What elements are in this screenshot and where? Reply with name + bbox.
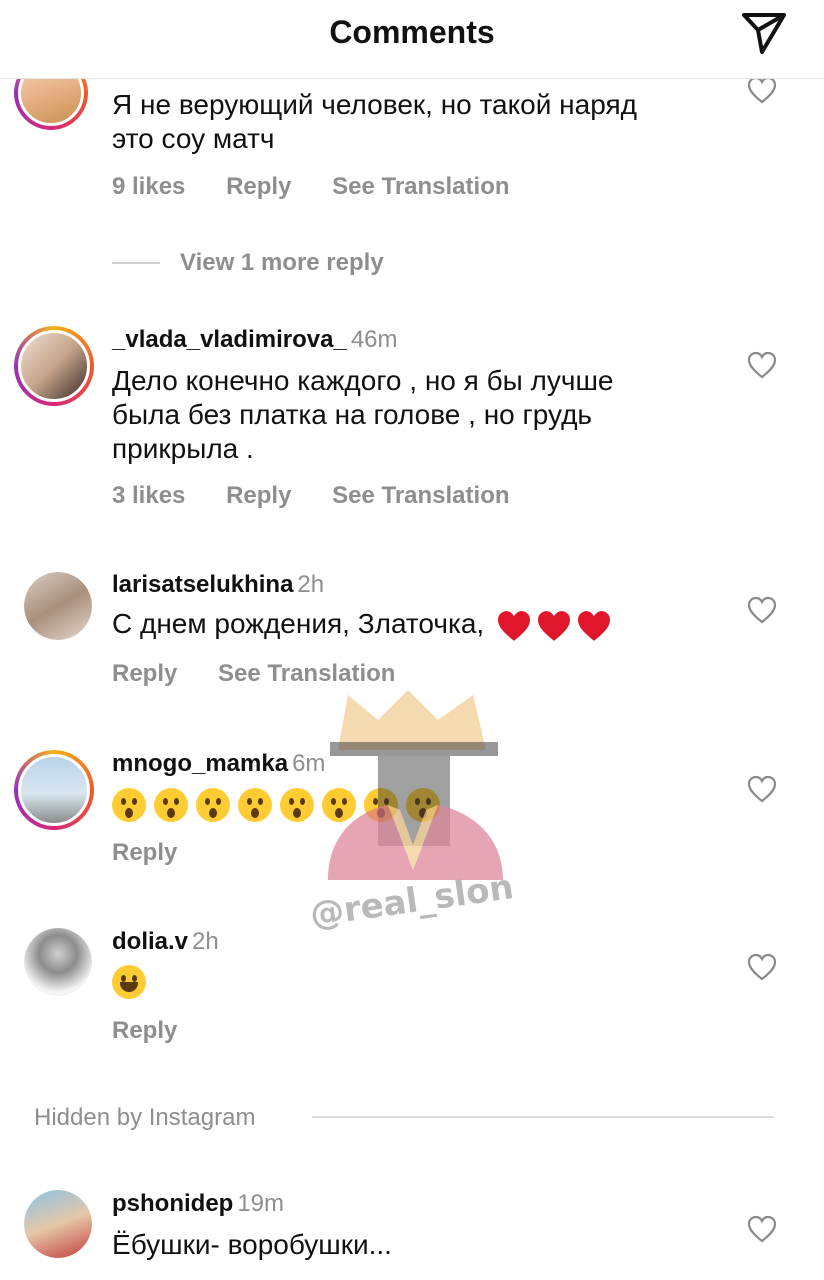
comment-text	[112, 963, 712, 999]
heart-icon[interactable]	[747, 1215, 777, 1243]
comment-username[interactable]: pshonidep 19m	[112, 1190, 284, 1218]
astonished-face-emoji-icon	[238, 787, 272, 822]
comment-username[interactable]: mnogo_mamka 6m	[112, 750, 325, 778]
comment-text	[112, 786, 712, 822]
astonished-face-emoji-icon	[406, 787, 440, 822]
hidden-comments-label[interactable]: Hidden by Instagram	[34, 1104, 255, 1132]
comment-text: С днем рождения, Златочка,	[112, 607, 712, 642]
red-heart-emoji-icon	[577, 610, 610, 641]
svg-text:@real_slon: @real_slon	[308, 867, 516, 935]
comment-actions: Reply See Translation	[112, 660, 429, 688]
red-heart-emoji-icon	[537, 610, 570, 641]
see-translation-button[interactable]: See Translation	[332, 173, 509, 200]
comment-time: 2h	[297, 571, 325, 598]
avatar[interactable]	[24, 1190, 92, 1258]
comment-time: 6m	[292, 750, 326, 777]
comment-text: Я не верующий человек, но такой наряд эт…	[112, 89, 637, 154]
likes-count[interactable]: 3 likes	[112, 482, 185, 509]
heart-icon[interactable]	[747, 351, 777, 379]
avatar[interactable]	[24, 928, 92, 996]
astonished-face-emoji-icon	[322, 787, 356, 822]
reply-button[interactable]: Reply	[226, 173, 291, 200]
heart-icon[interactable]	[747, 775, 777, 803]
astonished-face-emoji-icon	[280, 787, 314, 822]
heart-icon[interactable]	[747, 953, 777, 981]
page-title: Comments	[329, 14, 495, 50]
laughing-tears-emoji-icon	[112, 964, 146, 999]
comment-time: 2h	[192, 928, 219, 955]
avatar[interactable]	[24, 572, 92, 640]
comment-actions: 3 likes Reply See Translation	[112, 482, 544, 510]
astonished-face-emoji-icon	[112, 787, 146, 822]
comment-time: 46m	[350, 326, 398, 353]
heart-icon[interactable]	[747, 596, 777, 624]
comment-username[interactable]: _vlada_vladimirova_ 46m	[112, 326, 398, 354]
comment-username[interactable]: dolia.v 2h	[112, 928, 219, 956]
paper-plane-icon[interactable]	[740, 10, 788, 56]
astonished-face-emoji-icon	[154, 787, 188, 822]
avatar[interactable]	[14, 326, 94, 406]
reply-button[interactable]: Reply	[112, 1017, 177, 1044]
reply-button[interactable]: Reply	[112, 839, 177, 866]
comment-text: Дело конечно каждого , но я бы лучше был…	[112, 365, 614, 464]
likes-count[interactable]: 9 likes	[112, 173, 185, 200]
see-translation-button[interactable]: See Translation	[332, 482, 509, 509]
astonished-face-emoji-icon	[196, 787, 230, 822]
reply-button[interactable]: Reply	[112, 660, 177, 687]
avatar[interactable]	[14, 750, 94, 830]
divider	[112, 262, 160, 264]
astonished-face-emoji-icon	[364, 787, 398, 822]
view-more-replies-button[interactable]: View 1 more reply	[180, 249, 384, 277]
comment-actions: Reply	[112, 1017, 211, 1045]
comment-actions: 9 likes Reply See Translation	[112, 173, 544, 201]
comment-text: Ёбушки- воробушки...	[112, 1229, 392, 1260]
comment-username[interactable]: larisatselukhina 2h	[112, 571, 324, 599]
header: Comments	[0, 0, 824, 79]
comment-time: 19m	[237, 1190, 285, 1217]
divider	[312, 1116, 774, 1118]
reply-button[interactable]: Reply	[226, 482, 291, 509]
heart-icon[interactable]	[747, 76, 777, 104]
see-translation-button[interactable]: See Translation	[218, 660, 395, 687]
red-heart-emoji-icon	[497, 610, 530, 641]
comment-actions: Reply	[112, 839, 211, 867]
